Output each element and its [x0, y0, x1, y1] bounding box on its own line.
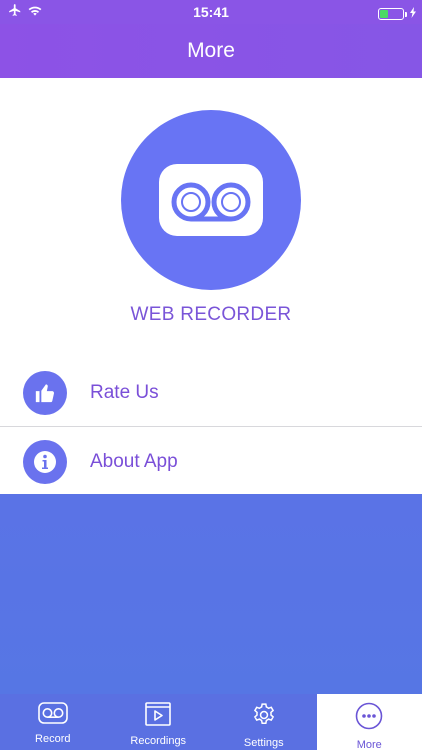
tab-more[interactable]: More [316, 694, 422, 750]
tab-record[interactable]: Record [0, 694, 106, 750]
menu-item-label: Rate Us [90, 382, 159, 403]
cassette-icon [37, 702, 68, 729]
tab-label: Record [35, 733, 71, 745]
menu-item-about-app[interactable]: About App [0, 428, 422, 495]
info-icon [23, 439, 67, 484]
video-file-icon [145, 702, 172, 731]
app-name: WEB RECORDER [130, 304, 292, 325]
tab-label: More [356, 739, 382, 750]
tab-settings[interactable]: Settings [211, 694, 317, 750]
status-time: 15:41 [193, 4, 229, 20]
charging-icon [410, 5, 416, 23]
cassette-logo-icon [159, 164, 263, 236]
tab-label: Settings [243, 737, 284, 749]
menu-item-rate-us[interactable]: Rate Us [0, 360, 422, 427]
gear-icon [251, 702, 277, 733]
status-right [378, 5, 416, 23]
more-icon [355, 702, 383, 735]
tab-bar: Record Recordings Settings More [0, 694, 422, 750]
tab-recordings[interactable]: Recordings [106, 694, 212, 750]
thumbs-up-icon [23, 371, 67, 415]
tab-label: Recordings [130, 735, 187, 747]
nav-bar: More [0, 24, 422, 78]
battery-icon [378, 8, 407, 20]
app-logo [121, 110, 301, 290]
page-title: More [187, 39, 235, 62]
status-bar: 15:41 [0, 0, 422, 24]
content-panel: WEB RECORDER Rate Us About App [0, 78, 422, 494]
menu-item-label: About App [90, 450, 178, 472]
